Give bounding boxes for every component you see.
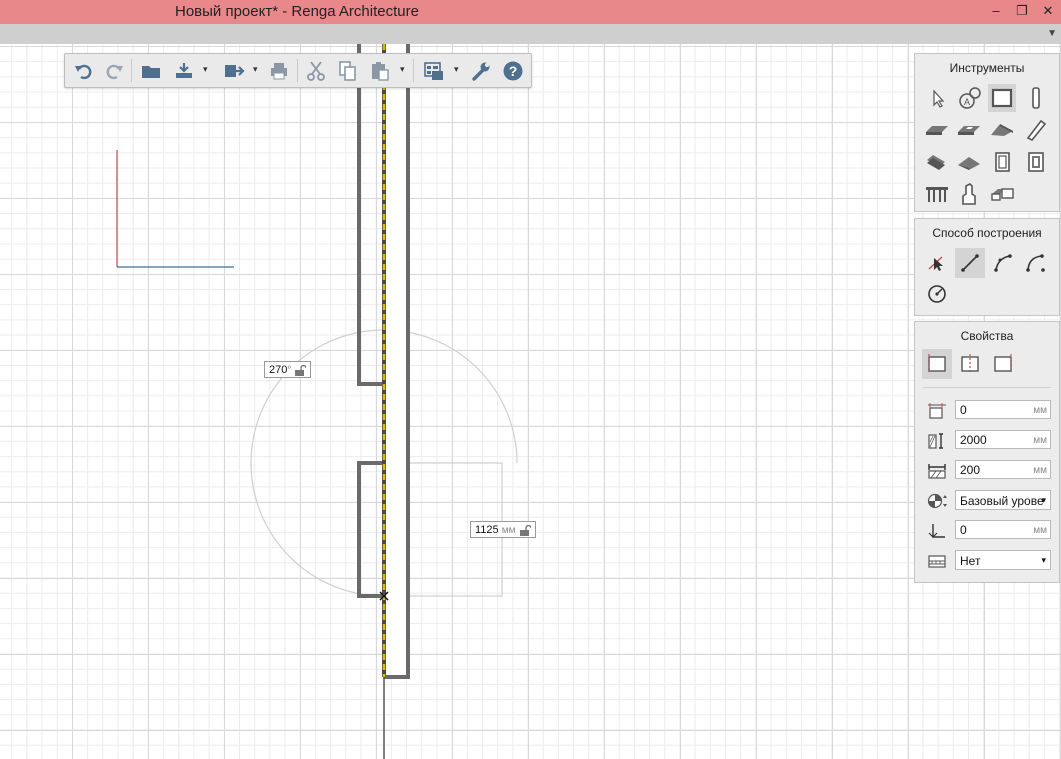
axis-grid-icon[interactable]: A: [955, 84, 983, 112]
material-icon: [928, 555, 946, 568]
line-construct-icon[interactable]: [955, 248, 985, 278]
title-bar: Новый проект* - Renga Architecture – ❐ ✕: [0, 0, 1061, 24]
views-dropdown[interactable]: ▾: [454, 64, 459, 75]
level-icon: [927, 493, 947, 509]
offset-input[interactable]: 0 мм: [955, 400, 1051, 419]
print-icon[interactable]: [268, 60, 290, 82]
ribbon-bar: ▼: [0, 24, 1061, 44]
maximize-button[interactable]: ❐: [1009, 0, 1035, 22]
thickness-input[interactable]: 200 мм: [955, 460, 1051, 479]
railing-icon[interactable]: [923, 180, 951, 208]
height-input[interactable]: 2000 мм: [955, 430, 1051, 449]
cut-icon[interactable]: [305, 60, 327, 82]
settings-wrench-icon[interactable]: [470, 60, 492, 82]
door-icon[interactable]: [988, 148, 1016, 176]
quick-access-toolbar: ▾ ▾ ▾ ▾ ?: [64, 53, 532, 88]
offset-icon: [928, 403, 946, 419]
export-icon[interactable]: [223, 60, 245, 82]
height-icon: [928, 433, 943, 449]
construction-panel-title: Способ построения: [932, 226, 1042, 240]
close-button[interactable]: ✕: [1035, 0, 1061, 22]
open-folder-icon[interactable]: [140, 60, 162, 82]
ramp-icon[interactable]: [955, 148, 983, 176]
material-select[interactable]: Нет ▾: [955, 550, 1051, 570]
construction-method-panel: Способ построения: [914, 218, 1060, 316]
arc-center-icon[interactable]: [1021, 248, 1051, 278]
ribbon-expand-button[interactable]: ▼: [1047, 28, 1057, 39]
room-icon[interactable]: [988, 180, 1016, 208]
length-unit: мм: [501, 525, 516, 536]
align-center-icon[interactable]: [955, 349, 985, 379]
paste-dropdown[interactable]: ▾: [400, 64, 405, 75]
import-dropdown[interactable]: ▾: [203, 64, 208, 75]
level-select[interactable]: Базовый урове ▾: [955, 490, 1051, 510]
length-dimension[interactable]: 1125 мм: [470, 521, 536, 538]
help-icon[interactable]: ?: [502, 60, 524, 82]
length-value[interactable]: 1125: [475, 524, 499, 536]
wall-outline-left-upper: [357, 44, 384, 386]
angle-unit: °: [287, 365, 292, 376]
svg-text:A: A: [964, 97, 970, 107]
tools-panel: Инструменты A: [914, 53, 1060, 212]
chevron-down-icon: ▾: [1041, 495, 1046, 505]
column-icon[interactable]: [1022, 84, 1050, 112]
offset-row: 0 мм: [915, 400, 1059, 422]
thickness-icon: [928, 464, 946, 479]
chevron-down-icon: ▾: [1041, 555, 1046, 565]
paste-icon[interactable]: [369, 60, 391, 82]
window-title: Новый проект* - Renga Architecture: [175, 3, 419, 20]
stair-icon[interactable]: [923, 148, 951, 176]
wall-icon[interactable]: [988, 84, 1016, 112]
wall-outline-left-lower: [357, 461, 384, 598]
arc-three-point-icon[interactable]: [988, 248, 1018, 278]
copy-icon[interactable]: [337, 60, 359, 82]
views-icon[interactable]: [423, 60, 445, 82]
elevation-icon: [928, 524, 945, 538]
unlock-icon[interactable]: [519, 524, 532, 536]
minimize-button[interactable]: –: [983, 0, 1009, 22]
opening-icon[interactable]: [955, 116, 983, 144]
height-row: 2000 мм: [915, 430, 1059, 452]
export-dropdown[interactable]: ▾: [253, 64, 258, 75]
redo-icon[interactable]: [103, 60, 125, 82]
point-construct-icon[interactable]: [922, 248, 952, 278]
elevation-input[interactable]: 0 мм: [955, 520, 1051, 539]
beam-icon[interactable]: [1022, 116, 1050, 144]
circle-construct-icon[interactable]: [922, 279, 952, 309]
floor-icon[interactable]: [923, 116, 951, 144]
import-icon[interactable]: [173, 60, 195, 82]
properties-panel-title: Свойства: [960, 329, 1014, 343]
roof-icon[interactable]: [988, 116, 1016, 144]
thickness-row: 200 мм: [915, 460, 1059, 482]
equipment-icon[interactable]: [955, 180, 983, 208]
align-left-icon[interactable]: [922, 349, 952, 379]
align-right-icon[interactable]: [988, 349, 1018, 379]
angle-dimension[interactable]: 270°: [264, 361, 312, 378]
drawing-canvas[interactable]: 270° 1125 мм: [0, 44, 1061, 759]
properties-panel: Свойства 0 мм 2000 мм 200 мм Базовый урове ▾…: [914, 321, 1060, 583]
select-arrow-icon[interactable]: [923, 84, 951, 112]
svg-text:?: ?: [509, 63, 518, 79]
tools-panel-title: Инструменты: [949, 61, 1025, 75]
undo-icon[interactable]: [73, 60, 95, 82]
unlock-icon[interactable]: [294, 364, 308, 376]
elevation-row: 0 мм: [915, 520, 1059, 542]
window-icon[interactable]: [1022, 148, 1050, 176]
material-row: Нет ▾: [915, 550, 1059, 572]
plan-drawing: [116, 44, 518, 759]
level-row: Базовый урове ▾: [915, 490, 1059, 512]
angle-value[interactable]: 270: [269, 364, 287, 376]
